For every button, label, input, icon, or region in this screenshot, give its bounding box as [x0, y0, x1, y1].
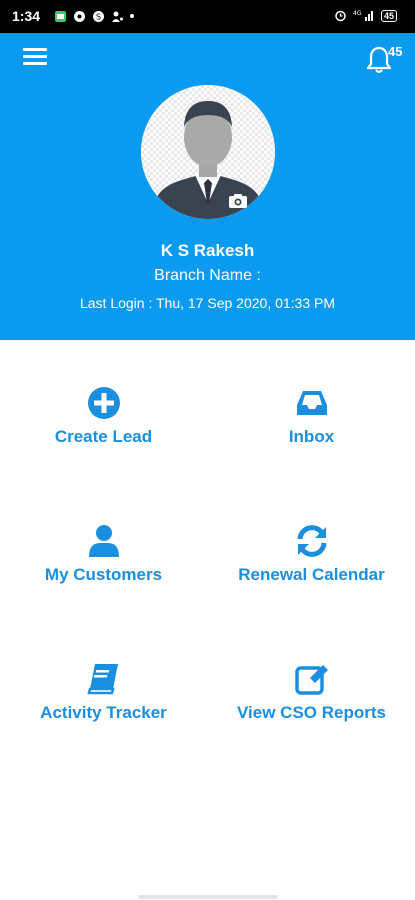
avatar	[141, 85, 275, 219]
notification-count-badge: 45	[388, 44, 403, 59]
inbox-button[interactable]: Inbox	[208, 385, 415, 447]
my-customers-button[interactable]: My Customers	[0, 523, 207, 585]
create-lead-button[interactable]: Create Lead	[0, 385, 207, 447]
create-lead-label: Create Lead	[54, 427, 153, 446]
edit-icon	[294, 665, 328, 695]
last-login-text: Last Login : Thu, 17 Sep 2020, 01:33 PM	[79, 295, 336, 311]
svg-text:S: S	[96, 12, 101, 21]
inbox-label: Inbox	[288, 427, 335, 446]
branch-name-label: Branch Name :	[154, 267, 261, 284]
notification-dot	[130, 14, 135, 18]
hamburger-menu-icon[interactable]	[23, 48, 47, 68]
renewal-calendar-button[interactable]: Renewal Calendar	[208, 523, 415, 585]
home-indicator[interactable]	[138, 895, 278, 899]
svg-text:4G: 4G	[353, 10, 362, 17]
lte-signal-icon: 4G	[353, 10, 373, 21]
shazam-icon: S	[93, 10, 105, 22]
book-icon	[86, 664, 118, 695]
user-icon	[88, 525, 119, 557]
plus-circle-icon	[87, 387, 120, 419]
view-cso-reports-label: View CSO Reports	[237, 703, 386, 722]
camera-icon[interactable]	[228, 193, 248, 209]
user-name: K S Rakesh	[160, 241, 255, 260]
avatar-image	[141, 85, 275, 219]
renewal-calendar-label: Renewal Calendar	[238, 565, 385, 584]
status-bar: 1:34 S 4G 45	[0, 0, 415, 33]
status-time: 1:34	[12, 8, 41, 24]
view-cso-reports-button[interactable]: View CSO Reports	[208, 661, 415, 723]
notifications-button[interactable]: 45	[366, 42, 410, 76]
activity-tracker-label: Activity Tracker	[40, 703, 167, 722]
status-left: 1:34 S	[12, 8, 135, 24]
message-icon	[55, 10, 67, 22]
my-customers-label: My Customers	[44, 565, 163, 584]
person-icon	[112, 11, 124, 22]
alarm-icon	[335, 10, 346, 22]
status-right: 4G 45	[334, 9, 397, 22]
profile-header: 45 K S Rakesh Branch Name : Last Login:…	[0, 33, 415, 340]
activity-tracker-button[interactable]: Activity Tracker	[0, 661, 207, 723]
battery-indicator: 45	[380, 9, 397, 22]
inbox-tray-icon	[296, 391, 327, 415]
refresh-icon	[297, 525, 326, 557]
settings-icon	[74, 10, 86, 22]
